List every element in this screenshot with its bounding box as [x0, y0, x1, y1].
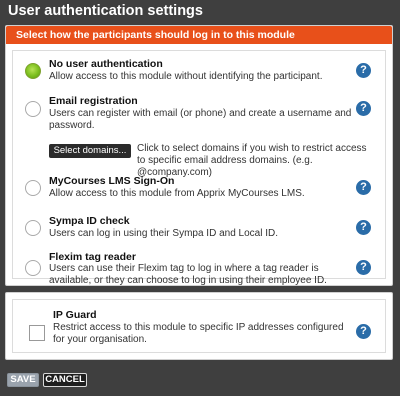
- authentication-options-panel: Select how the participants should log i…: [5, 25, 393, 286]
- option-mycourses-lms[interactable]: MyCourses LMS Sign-On Allow access to th…: [13, 171, 385, 205]
- option-email-registration[interactable]: Email registration Users can register wi…: [13, 91, 385, 178]
- option-description: Allow access to this module from Apprix …: [49, 188, 305, 199]
- help-icon[interactable]: ?: [356, 220, 371, 235]
- option-title: MyCourses LMS Sign-On: [49, 175, 175, 187]
- option-flexim-tag-reader[interactable]: Flexim tag reader Users can use their Fl…: [13, 248, 385, 288]
- help-icon[interactable]: ?: [356, 63, 371, 78]
- option-sympa-id[interactable]: Sympa ID check Users can log in using th…: [13, 211, 385, 245]
- select-domains-button[interactable]: Select domains...: [49, 144, 131, 158]
- option-no-authentication[interactable]: No user authentication Allow access to t…: [13, 55, 385, 89]
- option-description: Users can register with email (or phone)…: [49, 108, 352, 131]
- option-description: Allow access to this module without iden…: [49, 71, 323, 82]
- options-list: No user authentication Allow access to t…: [12, 50, 386, 286]
- radio-mycourses-lms[interactable]: [25, 180, 41, 196]
- option-title: No user authentication: [49, 58, 163, 70]
- ip-guard-title: IP Guard: [53, 309, 97, 321]
- radio-sympa-id[interactable]: [25, 220, 41, 236]
- ip-guard-checkbox[interactable]: [29, 325, 45, 341]
- ip-guard-box: IP Guard Restrict access to this module …: [12, 299, 386, 353]
- cancel-button[interactable]: CANCEL: [43, 373, 87, 387]
- option-title: Email registration: [49, 95, 138, 107]
- option-title: Sympa ID check: [49, 215, 130, 227]
- instruction-banner: Select how the participants should log i…: [6, 26, 392, 44]
- help-icon[interactable]: ?: [356, 324, 371, 339]
- help-icon[interactable]: ?: [356, 101, 371, 116]
- help-icon[interactable]: ?: [356, 180, 371, 195]
- radio-no-authentication[interactable]: [25, 63, 41, 79]
- save-button[interactable]: SAVE: [7, 373, 39, 387]
- radio-email-registration[interactable]: [25, 101, 41, 117]
- radio-flexim-tag-reader[interactable]: [25, 260, 41, 276]
- option-description: Users can use their Flexim tag to log in…: [49, 263, 327, 286]
- option-title: Flexim tag reader: [49, 251, 136, 263]
- help-icon[interactable]: ?: [356, 260, 371, 275]
- window-title: User authentication settings: [8, 3, 203, 19]
- option-description: Users can log in using their Sympa ID an…: [49, 228, 278, 239]
- ip-guard-description: Restrict access to this module to specif…: [53, 322, 344, 345]
- ip-guard-panel: IP Guard Restrict access to this module …: [5, 292, 393, 360]
